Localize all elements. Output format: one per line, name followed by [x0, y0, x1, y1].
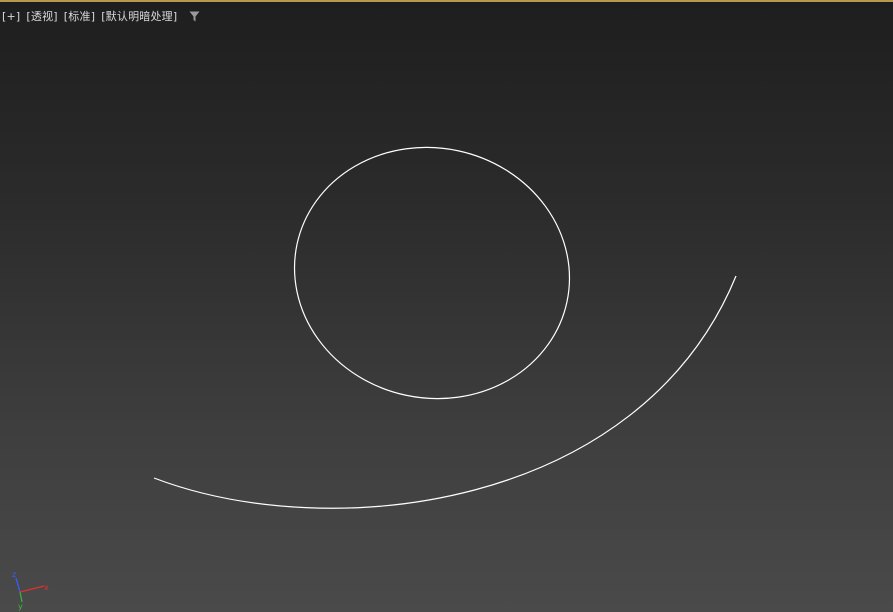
arc-spline[interactable]: [153, 275, 737, 509]
gizmo-x-axis: [19, 585, 45, 593]
circle-spline[interactable]: [271, 122, 593, 424]
gizmo-z-axis: [15, 577, 21, 593]
gizmo-x-letter: x: [44, 583, 49, 592]
scene-canvas: z x y: [12, 122, 737, 611]
perspective-viewport[interactable]: [+] [透视] [标准] [默认明暗处理] z x y: [0, 0, 893, 612]
gizmo-z-letter: z: [12, 570, 16, 579]
gizmo-y-letter: y: [18, 602, 23, 611]
axis-gizmo: z x y: [12, 570, 49, 611]
gizmo-y-axis: [19, 591, 23, 603]
